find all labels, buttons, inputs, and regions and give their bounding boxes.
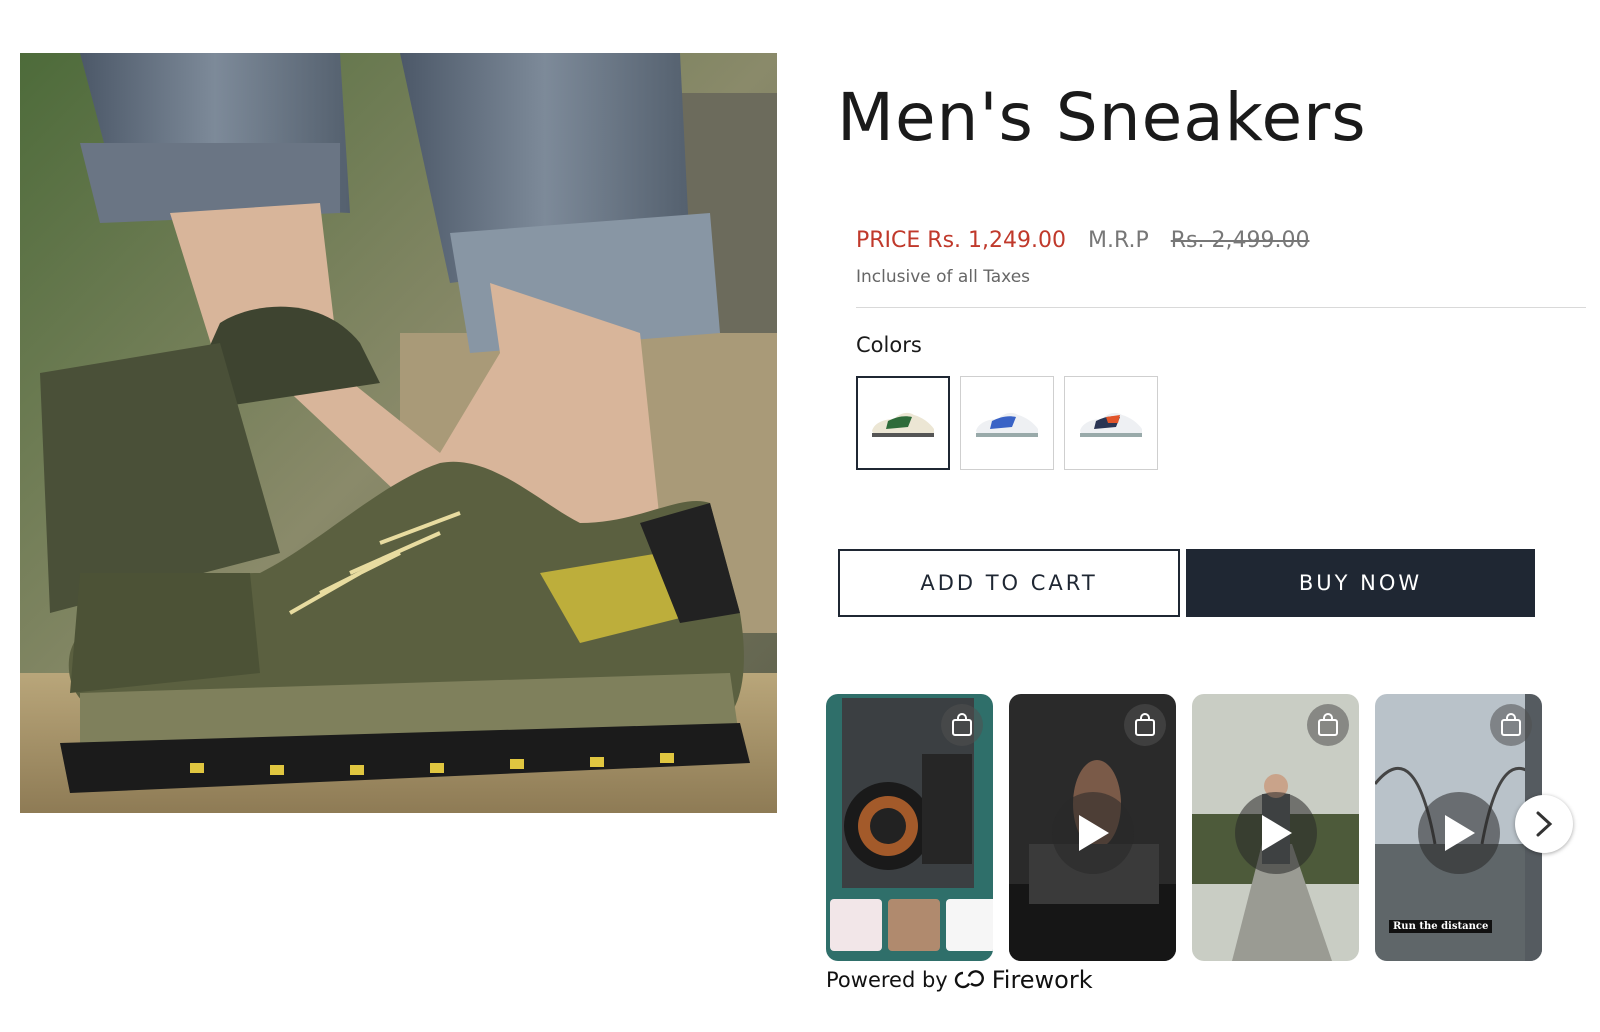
product-thumbnail[interactable] <box>830 899 882 951</box>
color-swatch-orange-navy[interactable] <box>1064 376 1158 470</box>
video-card-park-walk[interactable] <box>1192 694 1359 961</box>
shopping-bag-icon[interactable] <box>941 704 983 746</box>
add-to-cart-button[interactable]: ADD TO CART <box>838 549 1180 617</box>
mrp-label: M.R.P <box>1088 228 1149 253</box>
product-image <box>20 53 777 813</box>
buy-now-button[interactable]: BUY NOW <box>1186 549 1535 617</box>
shopping-bag-icon[interactable] <box>1124 704 1166 746</box>
shopping-bag-icon[interactable] <box>1307 704 1349 746</box>
color-swatches <box>856 376 1158 470</box>
color-swatch-green-cream[interactable] <box>856 376 950 470</box>
mrp-value: Rs. 2,499.00 <box>1170 228 1310 253</box>
price-row: PRICE Rs. 1,249.00 M.R.P Rs. 2,499.00 <box>856 228 1309 253</box>
firework-brand[interactable]: Firework <box>992 966 1093 994</box>
play-icon[interactable] <box>1234 791 1317 874</box>
powered-by-label: Powered by <box>826 968 948 992</box>
shopping-bag-icon[interactable] <box>1490 704 1532 746</box>
color-swatch-blue-white[interactable] <box>960 376 1054 470</box>
sneaker-thumbnail-icon <box>872 412 934 437</box>
play-icon[interactable] <box>1051 791 1134 874</box>
product-thumbnail[interactable] <box>888 899 940 951</box>
firework-logo-icon <box>954 970 984 989</box>
divider <box>856 307 1586 308</box>
video-card-treadmill[interactable] <box>1009 694 1176 961</box>
product-thumbnail[interactable] <box>946 899 993 951</box>
video-caption: Run the distance <box>1389 920 1493 933</box>
colors-label: Colors <box>856 333 922 357</box>
carousel-next-button[interactable] <box>1515 795 1573 853</box>
powered-by: Powered by Firework <box>826 966 1093 994</box>
sneaker-thumbnail-icon <box>976 412 1038 437</box>
video-carousel: Run the distance <box>826 694 1584 961</box>
tax-note: Inclusive of all Taxes <box>856 267 1031 287</box>
product-title: Men's Sneakers <box>837 79 1367 156</box>
chevron-right-icon <box>1536 811 1553 837</box>
sneaker-thumbnail-icon <box>1080 412 1142 437</box>
product-thumbnails <box>830 899 993 951</box>
play-icon[interactable] <box>1417 791 1500 874</box>
video-card-camera[interactable] <box>826 694 993 961</box>
sale-price: PRICE Rs. 1,249.00 <box>856 228 1066 253</box>
